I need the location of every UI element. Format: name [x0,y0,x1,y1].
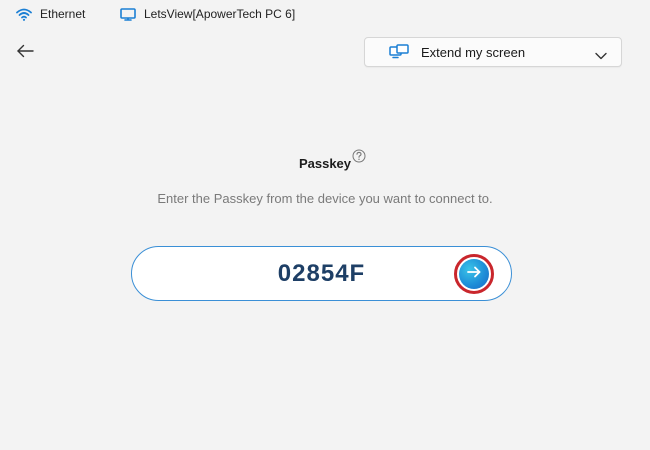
back-button[interactable] [14,42,36,64]
arrow-right-icon [466,265,482,284]
monitor-icon [120,7,136,21]
device-label: LetsView[ApowerTech PC 6] [144,7,296,21]
ethernet-label: Ethernet [40,7,86,21]
passkey-title: Passkey [298,156,352,171]
help-icon[interactable] [352,149,366,163]
passkey-instruction: Enter the Passkey from the device you wa… [157,191,493,206]
mode-dropdown[interactable]: Extend my screen [364,37,622,67]
connect-button[interactable] [454,254,494,294]
mode-selected-label: Extend my screen [421,44,526,60]
connection-bar: Ethernet LetsView[ApowerTech PC 6] [0,0,650,30]
ethernet-status: Ethernet [16,7,85,21]
connected-device: LetsView[ApowerTech PC 6] [120,7,295,21]
passkey-value: 02854F [277,259,366,287]
connect-button-face [459,259,489,289]
wifi-icon [16,8,32,21]
passkey-heading: Passkey [0,149,650,171]
back-arrow-icon [16,44,34,63]
extend-screen-icon [389,44,409,60]
chevron-down-icon [595,47,607,65]
